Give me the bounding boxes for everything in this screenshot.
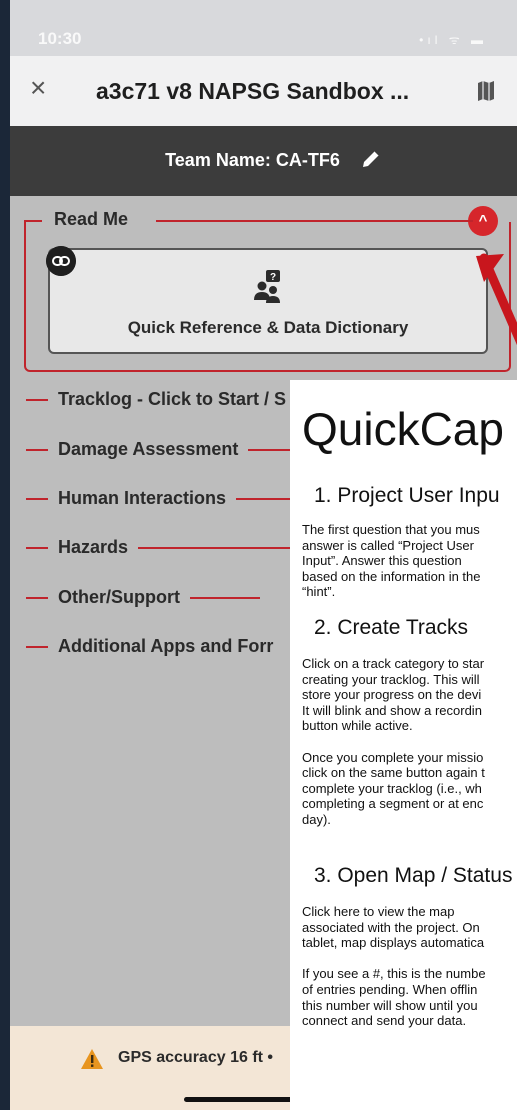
team-name-label: Team Name: CA-TF6 (165, 150, 340, 170)
section-label: Additional Apps and Forr (58, 636, 274, 656)
readme-group: Read Me ^ ? Quick Reference & Data Dicti… (24, 206, 511, 372)
survey-title: a3c71 v8 NAPSG Sandbox ... (96, 78, 410, 104)
close-icon[interactable]: × (30, 74, 46, 102)
section-label: Human Interactions (58, 488, 227, 508)
gps-accuracy-text: GPS accuracy 16 ft • (118, 1049, 274, 1066)
team-name-bar: Team Name: CA-TF6 (10, 126, 517, 196)
readme-title: Read Me (54, 209, 129, 229)
link-icon (46, 246, 76, 276)
warning-icon (81, 1049, 103, 1069)
status-time: 10:30 (38, 29, 82, 48)
section-label: Hazards (58, 537, 129, 557)
svg-text:?: ? (270, 272, 276, 283)
pencil-edit-icon[interactable] (360, 148, 382, 170)
section-label: Damage Assessment (58, 439, 239, 459)
chevron-up-icon[interactable]: ^ (468, 206, 498, 236)
question-people-icon: ? (254, 270, 280, 303)
map-icon[interactable] (477, 80, 495, 102)
status-bar: 10:30 •ıl ᯤ ▬ (10, 0, 517, 56)
section-other-support[interactable]: Other/Support (26, 587, 260, 611)
nav-bar: × a3c71 v8 NAPSG Sandbox ... (10, 56, 517, 126)
quickcap-document-overlay: QuickCap 1. Project User Inpu The first … (290, 380, 517, 1110)
document-heading-open-map-status: 3. Open Map / Status (314, 864, 513, 887)
section-tracklog[interactable]: Tracklog - Click to Start / S (26, 389, 286, 413)
document-heading-project-user-input: 1. Project User Inpu (314, 484, 500, 507)
document-paragraph: Click on a track category to star creati… (302, 656, 485, 827)
section-damage-assessment[interactable]: Damage Assessment (26, 439, 319, 463)
quick-reference-label: Quick Reference & Data Dictionary (127, 318, 409, 337)
section-label: Tracklog - Click to Start / S (58, 389, 287, 409)
annotation-arrow (476, 253, 517, 346)
section-hazards[interactable]: Hazards (26, 537, 299, 561)
section-additional-apps[interactable]: Additional Apps and Forr (26, 636, 273, 660)
section-human-interactions[interactable]: Human Interactions (26, 488, 307, 512)
document-title: QuickCap (302, 403, 504, 455)
quick-reference-button[interactable]: ? Quick Reference & Data Dictionary (46, 246, 488, 354)
section-label: Other/Support (58, 587, 180, 607)
signal-wifi-battery-icon: •ıl ᯤ ▬ (419, 33, 487, 47)
document-paragraph: Click here to view the map associated wi… (302, 904, 486, 1029)
document-paragraph: The first question that you mus answer i… (302, 522, 481, 600)
document-heading-create-tracks: 2. Create Tracks (314, 616, 469, 639)
